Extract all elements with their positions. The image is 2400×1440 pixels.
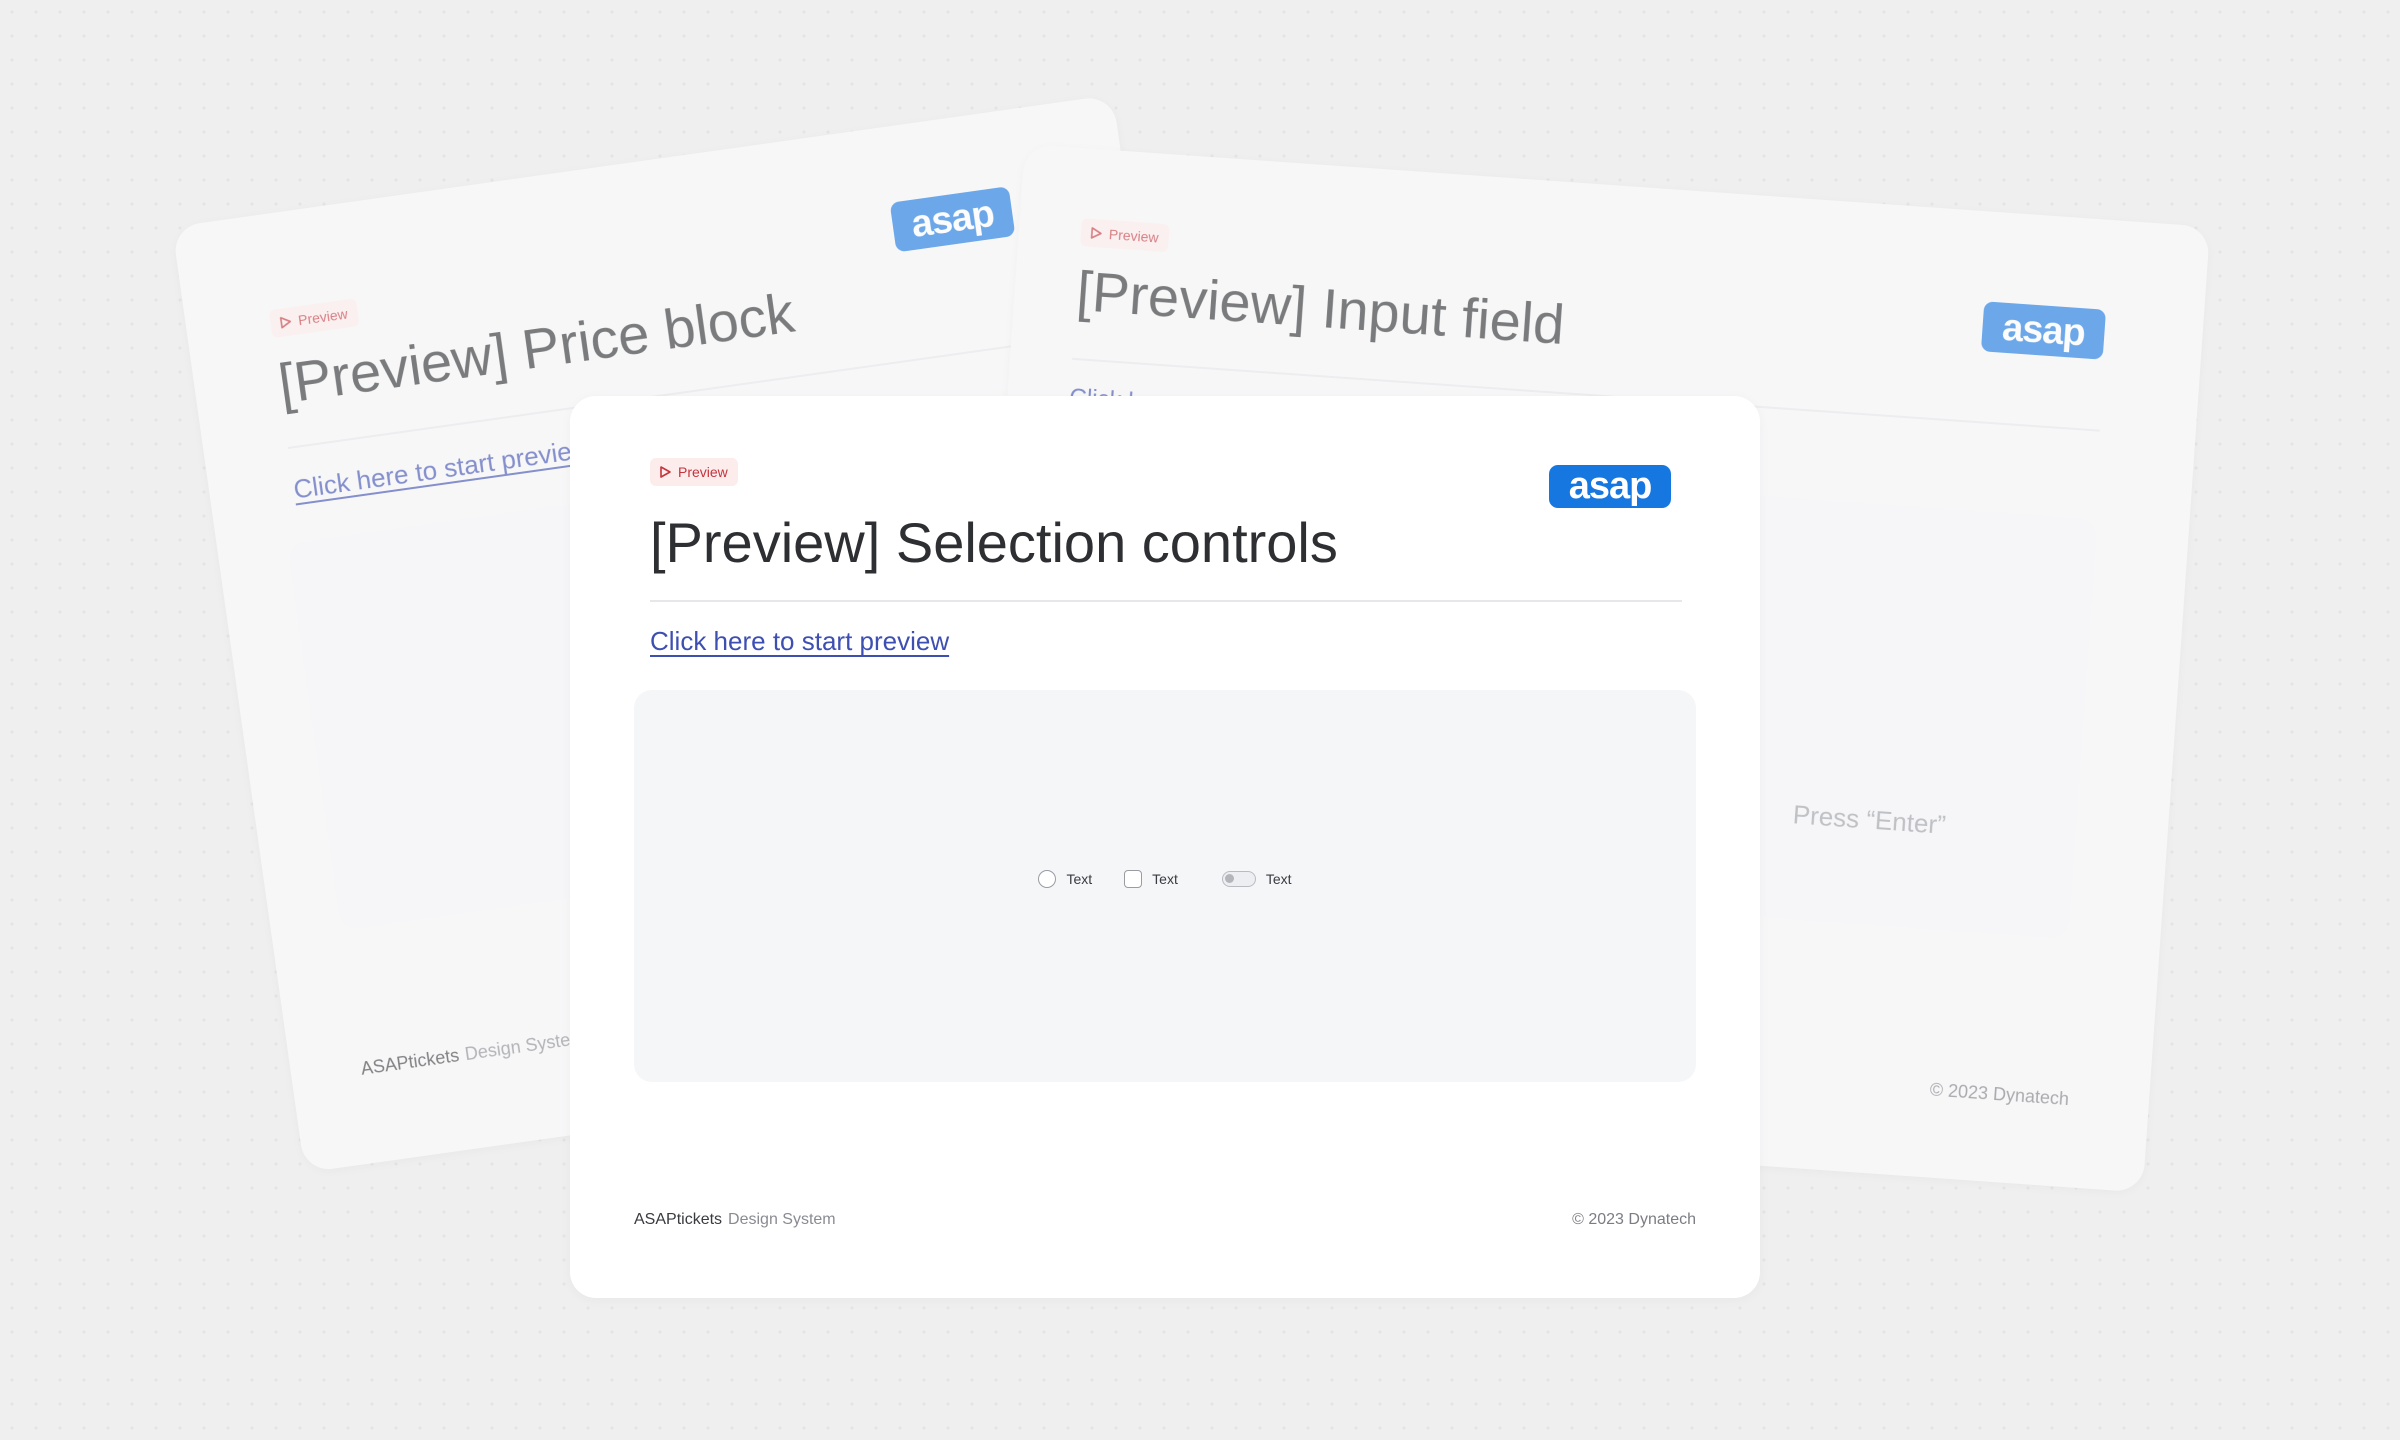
footer-copyright: © 2023 Dynatech bbox=[1572, 1211, 1696, 1228]
toggle-knob bbox=[1224, 874, 1234, 883]
start-preview-link[interactable]: Click here to start preview bbox=[292, 433, 593, 505]
preview-card-selection-controls: Preview asap [Preview] Selection control… bbox=[570, 396, 1760, 1298]
footer-brand: ASAPtickets Design System bbox=[359, 1027, 587, 1079]
selection-controls-row: Text Text Text bbox=[634, 870, 1696, 888]
title-divider bbox=[650, 600, 1682, 602]
badge-label: Preview bbox=[678, 464, 728, 480]
asap-logo: asap bbox=[1549, 465, 1671, 508]
toggle-option[interactable]: Text bbox=[1210, 871, 1292, 887]
asap-logo: asap bbox=[889, 186, 1016, 253]
footer-brand: ASAPtickets Design System bbox=[634, 1211, 836, 1229]
toggle-switch[interactable] bbox=[1221, 871, 1256, 887]
badge-label: Preview bbox=[1108, 226, 1160, 246]
radio-label: Text bbox=[1066, 871, 1093, 887]
page-title: [Preview] Selection controls bbox=[650, 511, 1338, 574]
toggle-label: Text bbox=[1265, 871, 1292, 887]
start-preview-link[interactable]: Click here to start preview bbox=[650, 626, 949, 657]
footer-copyright: © 2023 Dynatech bbox=[1929, 1079, 2070, 1110]
footer-brand-name: ASAPtickets bbox=[634, 1211, 723, 1228]
preview-area: Text Text Text bbox=[634, 690, 1696, 1082]
page-title: [Preview] Input field bbox=[1074, 259, 1567, 356]
preview-badge: Preview bbox=[650, 458, 738, 486]
play-icon bbox=[279, 316, 292, 329]
asap-logo: asap bbox=[1980, 301, 2107, 360]
preview-badge: Preview bbox=[268, 298, 360, 339]
play-icon bbox=[1090, 227, 1102, 239]
footer-brand-sub: Design System bbox=[728, 1211, 836, 1228]
checkbox[interactable] bbox=[1124, 870, 1143, 888]
card-content: Preview [Preview] Input field asap Click… bbox=[1025, 144, 2210, 1109]
radio-button[interactable] bbox=[1038, 870, 1057, 888]
input-hint: Press “Enter” bbox=[1791, 799, 1947, 840]
card-content: Preview asap [Preview] Price block Click… bbox=[172, 95, 1134, 1079]
preview-badge: Preview bbox=[1080, 218, 1170, 253]
checkbox-option[interactable]: Text bbox=[1124, 870, 1178, 888]
badge-label: Preview bbox=[297, 305, 349, 329]
play-icon bbox=[660, 466, 671, 478]
radio-option[interactable]: Text bbox=[1038, 870, 1092, 888]
checkbox-label: Text bbox=[1152, 871, 1178, 887]
